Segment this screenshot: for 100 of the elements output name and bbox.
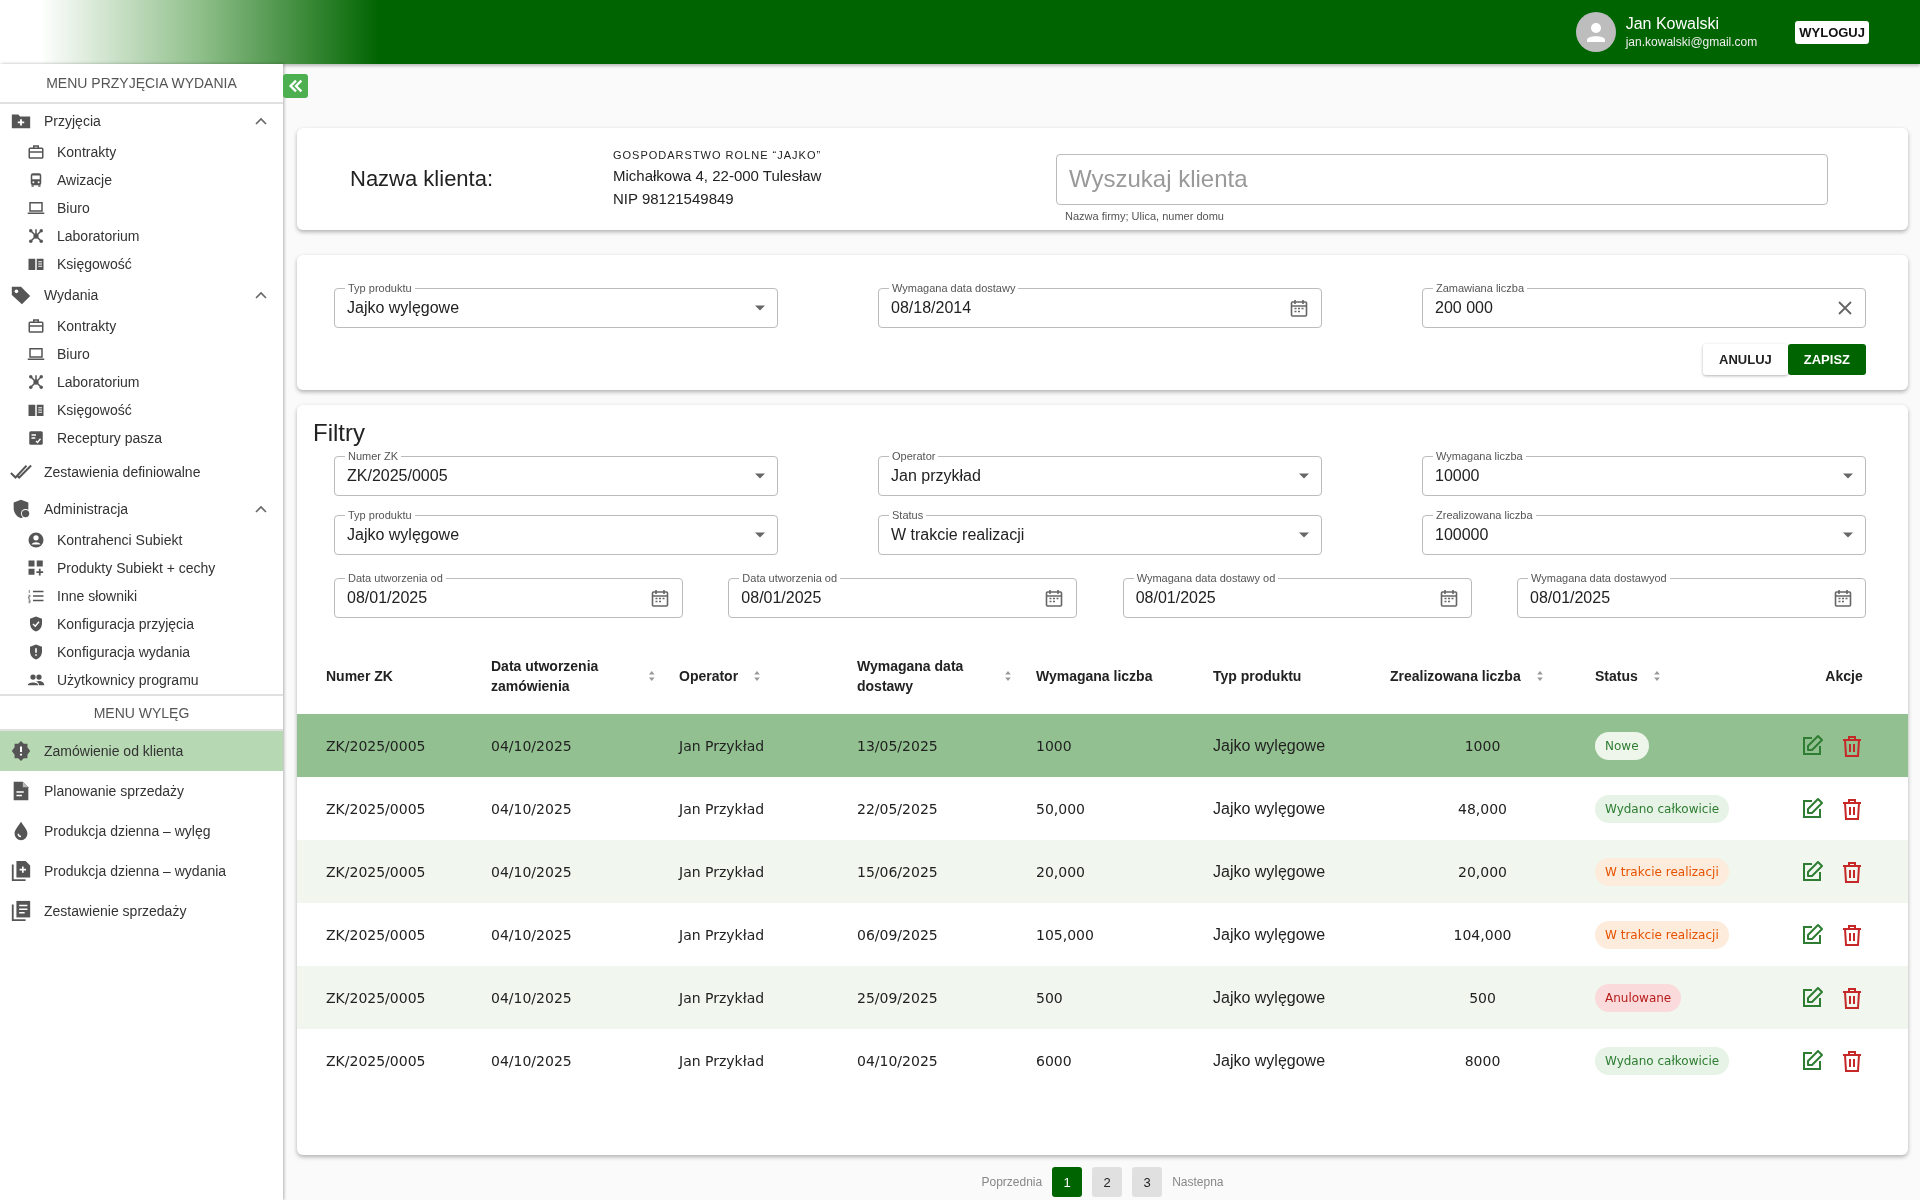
- submenu-item[interactable]: Laboratorium: [0, 222, 283, 250]
- column-header[interactable]: Wymagana data dostawy: [857, 656, 1036, 696]
- edit-icon: [1800, 1048, 1824, 1073]
- submenu-item[interactable]: Produkty Subiekt + cechy: [0, 554, 283, 582]
- submenu-item[interactable]: Konfiguracja przyjęcia: [0, 610, 283, 638]
- submenu-item[interactable]: Biuro: [0, 340, 283, 368]
- cancel-button[interactable]: ANULUJ: [1703, 344, 1788, 375]
- previous-link[interactable]: Poprzednia: [981, 1175, 1043, 1189]
- menu-item[interactable]: Produkcja dzienna – wydania: [0, 851, 283, 891]
- table-row[interactable]: ZK/2025/0005 04/10/2025 Jan Przykład 04/10/2025 6000 Jajko wylęgowe 8000 Wydano całkowicie: [297, 1029, 1908, 1092]
- delete-button[interactable]: [1840, 796, 1864, 821]
- submenu-item[interactable]: Kontrakty: [0, 312, 283, 340]
- edit-icon: [1800, 859, 1824, 884]
- table-cell-text: 6000: [1036, 1052, 1073, 1069]
- search-field[interactable]: Wyszukaj klienta: [1056, 153, 1828, 205]
- submenu-item[interactable]: Awizacje: [0, 166, 283, 194]
- table-cell-text: 500: [1468, 989, 1497, 1006]
- column-header[interactable]: Status: [1595, 666, 1780, 686]
- calendar-icon: [1044, 588, 1065, 608]
- submenu-item[interactable]: Księgowość: [0, 396, 283, 424]
- table-cell-text: 04/10/2025: [491, 926, 573, 943]
- laptop-icon: [27, 199, 45, 217]
- edit-button[interactable]: [1800, 922, 1824, 947]
- table-row[interactable]: ZK/2025/0005 04/10/2025 Jan Przykład 15/06/2025 20,000 Jajko wylęgowe 20,000 W trakcie realizacji: [297, 840, 1908, 903]
- table-cell-text: ZK/2025/0005: [326, 800, 427, 817]
- table-cell-text: 13/05/2025: [857, 737, 939, 754]
- table-row[interactable]: ZK/2025/0005 04/10/2025 Jan Przykład 22/05/2025 50,000 Jajko wylęgowe 48,000 Wydano całkowicie: [297, 777, 1908, 840]
- double-chevron-icon: [286, 77, 305, 95]
- next-link[interactable]: Nastepna: [1172, 1175, 1224, 1189]
- table-cell-text: Jan Przykład: [679, 989, 766, 1006]
- edit-button[interactable]: [1800, 796, 1824, 821]
- save-button[interactable]: ZAPISZ: [1787, 344, 1866, 375]
- logout-button[interactable]: WYLOGUJ: [1795, 20, 1869, 44]
- menu-item[interactable]: Administracja: [0, 492, 283, 526]
- column-header: Akcje: [1824, 667, 1864, 686]
- table-row[interactable]: ZK/2025/0005 04/10/2025 Jan Przykład 06/09/2025 105,000 Jajko wylęgowe 104,000 W trakcie realizacji: [297, 903, 1908, 966]
- submenu-item[interactable]: Kontrakty: [0, 138, 283, 166]
- edit-icon: [1800, 922, 1824, 947]
- delete-button[interactable]: [1840, 985, 1864, 1010]
- delete-button[interactable]: [1840, 1048, 1864, 1073]
- page-button[interactable]: 3: [1132, 1167, 1163, 1197]
- submenu-item[interactable]: Kontrahenci Subiekt: [0, 526, 283, 554]
- table-cell-text: 50,000: [1036, 800, 1086, 817]
- user-name: Jan Kowalski: [1625, 15, 1721, 33]
- table-cell-text: ZK/2025/0005: [326, 1052, 427, 1069]
- trash-icon: [1840, 1048, 1864, 1073]
- column-header[interactable]: Operator: [679, 666, 857, 686]
- column-header[interactable]: Zrealizowana liczba: [1390, 666, 1595, 686]
- table-cell-text: Jajko wylęgowe: [1213, 862, 1327, 881]
- submenu-item[interactable]: Księgowość: [0, 250, 283, 278]
- clear-icon: [1837, 300, 1853, 316]
- client-label: Nazwa klienta:: [350, 166, 495, 192]
- table-cell-text: 06/09/2025: [857, 926, 939, 943]
- table-row[interactable]: ZK/2025/0005 04/10/2025 Jan Przykład 25/09/2025 500 Jajko wylęgowe 500 Anulowane: [297, 966, 1908, 1029]
- table-cell-text: Jajko wylęgowe: [1213, 1051, 1327, 1070]
- trash-icon: [1840, 859, 1864, 884]
- edit-button[interactable]: [1800, 985, 1824, 1010]
- menu-item[interactable]: Planowanie sprzedaży: [0, 771, 283, 811]
- menu-item[interactable]: Przyjęcia: [0, 104, 283, 138]
- menu-item[interactable]: Wydania: [0, 278, 283, 312]
- table-row[interactable]: ZK/2025/0005 04/10/2025 Jan Przykład 13/05/2025 1000 Jajko wylęgowe 1000 Nowe: [297, 714, 1908, 777]
- table-cell-text: 500: [1036, 989, 1064, 1006]
- submenu-item[interactable]: Biuro: [0, 194, 283, 222]
- shield-check-icon: [27, 615, 45, 633]
- delete-button[interactable]: [1840, 859, 1864, 884]
- table-cell-text: 20,000: [1457, 863, 1508, 880]
- delete-button[interactable]: [1840, 922, 1864, 947]
- table-cell-text: 105,000: [1036, 926, 1095, 943]
- table-cell-text: 22/05/2025: [857, 800, 939, 817]
- menu-item[interactable]: Zestawienie sprzedaży: [0, 891, 283, 931]
- table-cell-text: ZK/2025/0005: [326, 737, 427, 754]
- edit-button[interactable]: [1800, 1048, 1824, 1073]
- menu-item[interactable]: Zamówienie od klienta: [0, 731, 283, 771]
- submenu-item[interactable]: Użytkownicy programu: [0, 666, 283, 694]
- edit-button[interactable]: [1800, 733, 1824, 758]
- status-badge: Wydano całkowicie: [1595, 1046, 1730, 1075]
- table-cell-text: 1000: [1036, 737, 1073, 754]
- delete-button[interactable]: [1840, 733, 1864, 758]
- table-cell-text: 104,000: [1452, 926, 1513, 943]
- grid-plus-icon: [27, 559, 45, 577]
- menu-item[interactable]: Zestawienia definiowalne: [0, 452, 283, 492]
- column-header[interactable]: Data utworzenia zamówienia: [491, 656, 679, 696]
- submenu-item[interactable]: Inne słowniki: [0, 582, 283, 610]
- submenu-item[interactable]: Konfiguracja wydania: [0, 638, 283, 666]
- table-cell-text: Jan Przykład: [679, 800, 766, 817]
- edit-button[interactable]: [1800, 859, 1824, 884]
- status-badge: Anulowane: [1595, 983, 1682, 1012]
- submenu-item[interactable]: Laboratorium: [0, 368, 283, 396]
- company-name: GOSPODARSTWO ROLNE “JAJKO”: [613, 148, 823, 161]
- page-button[interactable]: 2: [1092, 1167, 1123, 1197]
- sort-icon: [647, 671, 655, 681]
- menu-item[interactable]: Produkcja dzienna – wylęg: [0, 811, 283, 851]
- table-cell-text: 04/10/2025: [491, 800, 573, 817]
- molecule-icon: [27, 373, 45, 391]
- calendar-icon: [650, 588, 670, 608]
- sort-icon: [1651, 671, 1662, 681]
- page-button[interactable]: 1: [1052, 1167, 1083, 1197]
- table-cell-text: Jajko wylęgowe: [1213, 799, 1327, 818]
- submenu-item[interactable]: Receptury pasza: [0, 424, 283, 452]
- collapse-button[interactable]: [283, 74, 308, 98]
